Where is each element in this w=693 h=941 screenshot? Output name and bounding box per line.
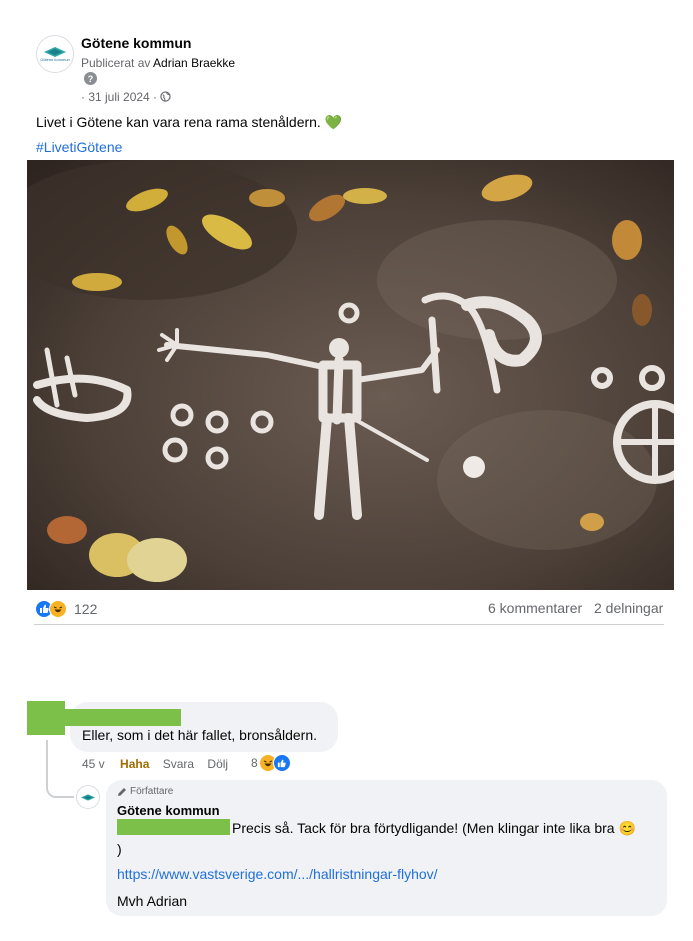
published-by-name[interactable]: Adrian Braekke — [153, 56, 235, 70]
reply-avatar[interactable] — [76, 785, 100, 809]
kommun-logo-icon — [44, 46, 66, 57]
redacted-commenter-name — [65, 709, 181, 726]
rock-carving-image — [27, 160, 674, 590]
post-date-text[interactable]: · 31 juli 2024 · — [81, 90, 157, 104]
comment-reaction-count: 8 — [251, 756, 258, 770]
redacted-mention — [117, 819, 230, 835]
published-by-prefix: Publicerat av — [81, 56, 151, 70]
shares-count-link[interactable]: 2 delningar — [594, 600, 663, 616]
post-divider — [34, 624, 664, 625]
post-text: Livet i Götene kan vara rena rama stenål… — [36, 114, 342, 131]
post-date: · 31 juli 2024 · — [81, 90, 172, 104]
comment-like-icon — [272, 754, 291, 772]
comment-hide-button[interactable]: Dölj — [207, 757, 228, 771]
avatar-caption: Götene kommun — [40, 56, 70, 62]
page-avatar[interactable]: Götene kommun — [36, 35, 74, 73]
thread-connector — [46, 740, 74, 798]
author-badge-label: Författare — [130, 786, 174, 797]
pencil-icon — [118, 787, 126, 796]
comment-time[interactable]: 45 v — [82, 757, 105, 771]
reply-bubble — [106, 780, 667, 916]
reaction-count[interactable]: 122 — [74, 601, 97, 617]
post-text-body: Livet i Götene kan vara rena rama stenål… — [36, 114, 321, 130]
green-heart-emoji: 💚 — [324, 114, 343, 130]
reactions-summary[interactable]: 122 — [36, 600, 97, 618]
comments-count-link[interactable]: 6 kommentarer — [488, 600, 582, 616]
reply-text-body: Precis så. Tack för bra förtydligande! (… — [232, 820, 615, 836]
comment-actions: 45 v Haha Svara Dölj — [82, 757, 228, 771]
reply-text-line1: Precis så. Tack för bra förtydligande! (… — [232, 820, 636, 837]
reply-link[interactable]: https://www.vastsverige.com/.../hallrist… — [117, 866, 438, 882]
hashtag-link[interactable]: #LivetiGötene — [36, 139, 122, 155]
page-name-link[interactable]: Götene kommun — [81, 35, 191, 51]
redacted-commenter-avatar — [27, 701, 65, 735]
help-icon[interactable]: ? — [84, 72, 97, 85]
reply-text-line2: ) — [117, 841, 122, 857]
globe-icon — [160, 91, 172, 102]
kommun-logo-icon — [81, 793, 95, 801]
smile-emoji: 😊 — [618, 820, 636, 836]
comment-reply-button[interactable]: Svara — [163, 757, 194, 771]
comment-text: Eller, som i det här fallet, bronsåldern… — [82, 727, 318, 743]
reply-author-name[interactable]: Götene kommun — [117, 803, 220, 818]
published-by: Publicerat av Adrian Braekke — [81, 56, 235, 70]
comment-haha-button[interactable]: Haha — [120, 757, 149, 771]
comment-reactions[interactable]: 8 — [251, 754, 291, 772]
reply-signature: Mvh Adrian — [117, 893, 188, 909]
haha-reaction-icon — [49, 600, 67, 618]
post-photo[interactable] — [27, 160, 674, 590]
author-badge: Författare — [117, 786, 173, 797]
